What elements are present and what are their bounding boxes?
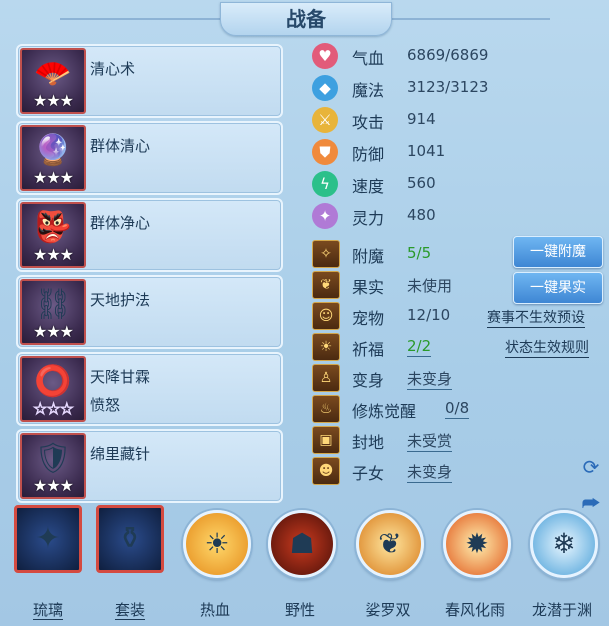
misc-label: 宠物 [352, 309, 385, 328]
skill-name: 天地护法 [90, 291, 151, 309]
warrior-icon: 🛡 ★★★ [20, 433, 86, 499]
misc-value: 5/5 [407, 244, 432, 262]
misc-label: 果实 [352, 278, 385, 297]
refresh-icon[interactable]: ⟳ [577, 453, 605, 481]
stat-label: 防御 [352, 145, 385, 164]
skill-card[interactable]: ⭕ ☆☆☆ 天降甘霖愤怒 [16, 352, 283, 426]
misc-value[interactable]: 未变身 [407, 368, 453, 390]
bottom-tab[interactable]: ✹ 春风化雨 [435, 500, 515, 626]
event-preset-link[interactable]: 赛事不生效预设 [487, 307, 585, 328]
skill-name: 绵里藏针 [90, 445, 151, 463]
stat-value: 560 [407, 174, 436, 192]
bottom-tab[interactable]: ☀ 热血 [175, 500, 255, 626]
stat-value: 1041 [407, 142, 446, 160]
stat-label: 攻击 [352, 113, 385, 132]
status-rules-link[interactable]: 状态生效规则 [505, 337, 589, 358]
misc-label: 封地 [352, 433, 385, 452]
stat-value: 6869/6869 [407, 46, 489, 64]
enchant-icon: ✧ [312, 240, 340, 268]
bottom-tab[interactable]: ❄ 龙潜于渊 [522, 500, 602, 626]
stat-label: 魔法 [352, 81, 385, 100]
skill-name: 天降甘霖 [90, 368, 151, 386]
misc-label: 修炼觉醒 [352, 402, 417, 421]
fan-icon: 🪭 ★★★ [20, 48, 86, 114]
skill-card[interactable]: 👺 ★★★ 群体净心 [16, 198, 283, 272]
stat-label: 气血 [352, 49, 385, 68]
pet-icon: ☺ [312, 302, 340, 330]
one-click-fruit-button[interactable]: 一键果实 [513, 272, 603, 304]
bottom-tab-label: 龙潜于渊 [531, 601, 592, 619]
ring-icon: ⭕ ☆☆☆ [20, 356, 86, 422]
dragon-icon: ❄ [530, 510, 598, 578]
misc-label: 附魔 [352, 247, 385, 266]
skill-card[interactable]: 🛡 ★★★ 绵里藏针 [16, 429, 283, 503]
diamond-icon: ◆ [312, 75, 338, 101]
bottom-tab[interactable]: ❦ 娑罗双 [348, 500, 428, 626]
orb-icon: 🔮 ★★★ [20, 125, 86, 191]
sword-icon: ⚔ [312, 107, 338, 133]
bolt-icon: ϟ [312, 171, 338, 197]
stat-value: 480 [407, 206, 436, 224]
skill-card[interactable]: ⛓ ★★★ 天地护法 [16, 275, 283, 349]
shield-icon: ⛊ [312, 139, 338, 165]
child-icon: ☻ [312, 457, 340, 485]
skill-stars: ☆☆☆ [32, 399, 74, 419]
skill-stars: ★★★ [32, 476, 74, 495]
sala-icon: ❦ [356, 510, 424, 578]
bottom-tab[interactable]: ✦ 琉璃 [8, 500, 88, 626]
skill-stars: ★★★ [32, 91, 74, 110]
skill-stars: ★★★ [32, 245, 74, 264]
stat-value: 3123/3123 [407, 78, 489, 96]
passion-icon: ☀ [183, 510, 251, 578]
misc-label: 祈福 [352, 340, 385, 359]
skill-stars: ★★★ [32, 322, 74, 341]
misc-value: 12/10 [407, 306, 451, 324]
pray-icon: ☀ [312, 333, 340, 361]
fruit-icon: ❦ [312, 271, 340, 299]
skill-name: 群体净心 [90, 214, 151, 232]
cultivate-icon: ♨ [312, 395, 340, 423]
misc-value[interactable]: 2/2 [407, 337, 432, 357]
bottom-tab-label: 春风化雨 [444, 601, 505, 619]
misc-value: 未使用 [407, 277, 453, 295]
fief-icon: ▣ [312, 426, 340, 454]
misc-label: 子女 [352, 464, 385, 483]
heart-icon: ♥ [312, 43, 338, 69]
glaze-icon: ✦ [14, 505, 82, 573]
one-click-enchant-button[interactable]: 一键附魔 [513, 236, 603, 268]
transform-icon: ♙ [312, 364, 340, 392]
sparkle-icon: ✦ [312, 203, 338, 229]
stat-label: 灵力 [352, 209, 385, 228]
armor-set-icon: ⚱ [96, 505, 164, 573]
bottom-tab-label: 琉璃 [32, 601, 63, 620]
misc-value[interactable]: 未受赏 [407, 430, 453, 452]
header-decoration-left [60, 18, 220, 20]
bottom-tab-label: 热血 [199, 601, 230, 619]
stat-label: 速度 [352, 177, 385, 196]
bottom-tab-label: 野性 [284, 601, 315, 619]
misc-value[interactable]: 0/8 [445, 399, 470, 419]
chain-icon: ⛓ ★★★ [20, 279, 86, 345]
skill-card[interactable]: 🔮 ★★★ 群体清心 [16, 121, 283, 195]
skill-name: 群体清心 [90, 137, 151, 155]
skill-stars: ★★★ [32, 168, 74, 187]
skill-name: 清心术 [90, 60, 136, 78]
header-decoration-right [390, 18, 550, 20]
bottom-tab[interactable]: ⚱ 套装 [90, 500, 170, 626]
spring-rain-icon: ✹ [443, 510, 511, 578]
wild-icon: ☗ [268, 510, 336, 578]
bottom-tab[interactable]: ☗ 野性 [260, 500, 340, 626]
mask-icon: 👺 ★★★ [20, 202, 86, 268]
bottom-tab-label: 套装 [114, 601, 145, 620]
bottom-tab-label: 娑罗双 [365, 601, 411, 619]
misc-label: 变身 [352, 371, 385, 390]
skill-subtitle: 愤怒 [90, 396, 121, 414]
page-title: 战备 [220, 2, 392, 36]
skill-card[interactable]: 🪭 ★★★ 清心术 [16, 44, 283, 118]
stat-value: 914 [407, 110, 436, 128]
misc-value[interactable]: 未变身 [407, 461, 453, 483]
